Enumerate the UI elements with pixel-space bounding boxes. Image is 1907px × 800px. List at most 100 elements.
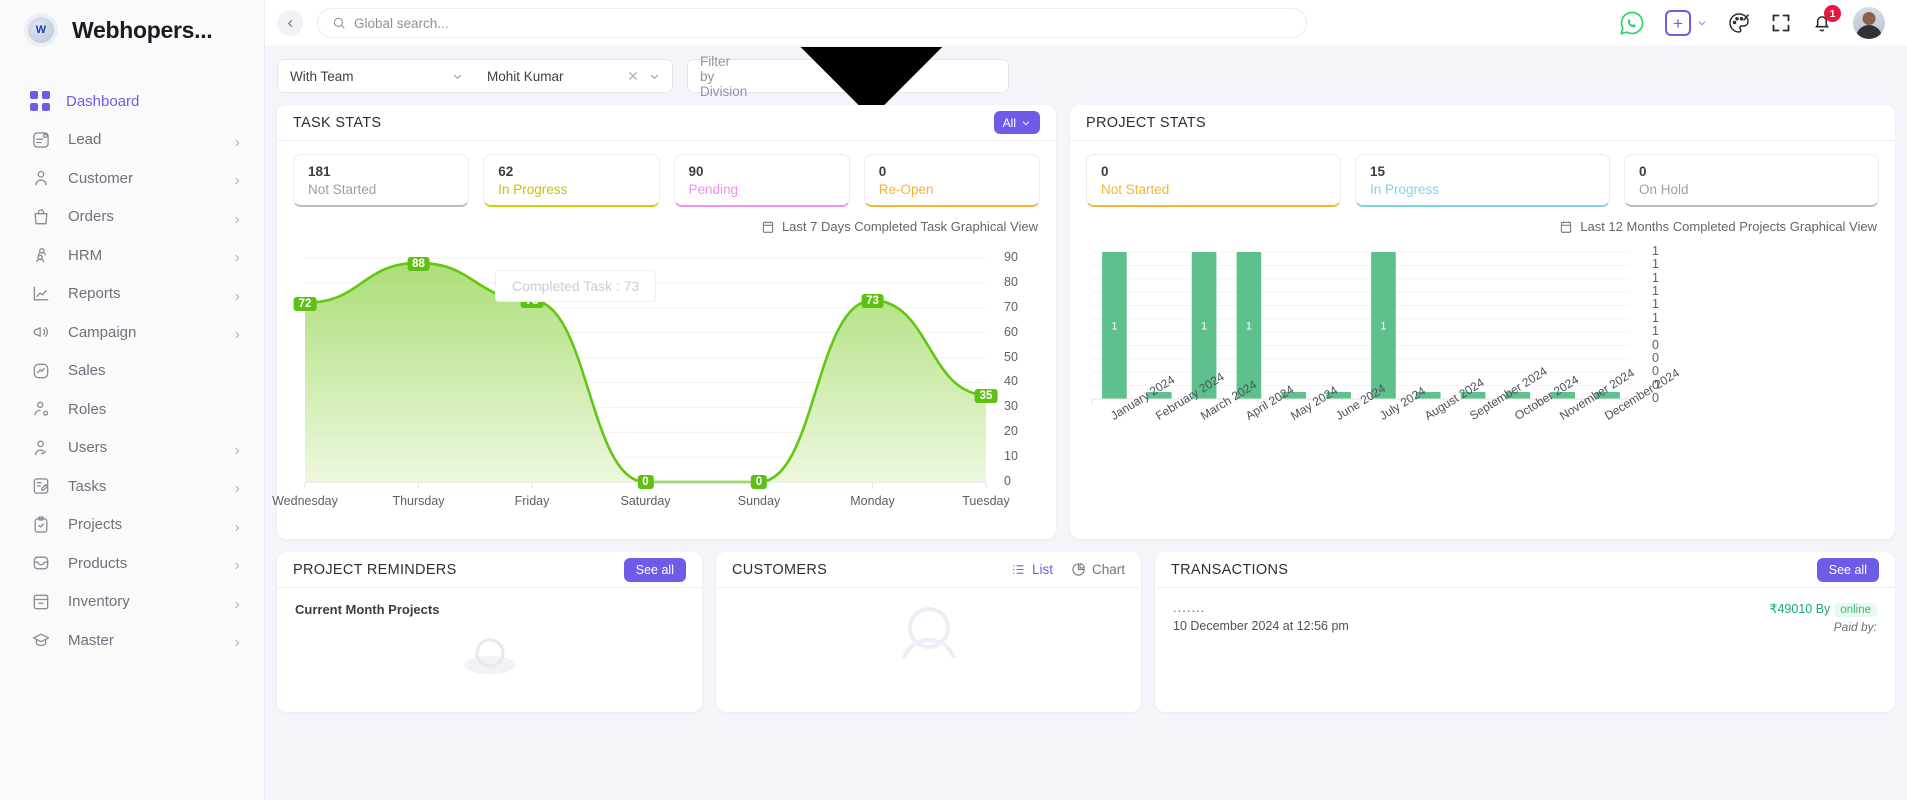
project-chart-y-tick: 1 [1652,324,1659,339]
task-chart-data-label: 0 [750,475,768,489]
task-stat-box-re-open[interactable]: 0 Re-Open [863,154,1040,207]
project-stat-box-in-progress[interactable]: 15 In Progress [1355,154,1610,207]
task-stats-filter-chip[interactable]: All [993,111,1040,134]
whatsapp-icon[interactable] [1619,10,1645,36]
add-new-button[interactable]: + [1665,10,1707,36]
scope-select[interactable]: With Team [278,60,475,92]
transactions-see-all-button[interactable]: See all [1816,557,1879,582]
inbox-icon [30,552,52,574]
project-bar-chart[interactable]: 1 1 1 1 1 1 1 1 1 1 1 0 0 0 0 0 January 2024 February 202… [1070,234,1895,544]
sidebar-item-users[interactable]: Users [0,429,264,468]
svg-text:1: 1 [1111,321,1117,333]
people-icon [30,244,52,266]
bag-icon [30,206,52,228]
topbar-actions: + 1 [1619,5,1885,39]
sidebar-item-campaign[interactable]: Campaign [0,313,264,352]
project-graph-note-text: Last 12 Months Completed Projects Graphi… [1580,219,1877,234]
stat-label: Not Started [1101,182,1170,197]
task-stat-box-in-progress[interactable]: 62 In Progress [483,154,660,207]
clipboard-check-icon [30,514,52,536]
project-reminders-see-all-button[interactable]: See all [623,557,686,582]
project-chart-y-tick: 1 [1652,297,1659,312]
customers-view-list[interactable]: List [1011,562,1053,577]
task-stat-boxes: 181 Not Started 62 In Progress 90 Pending 0 Re-… [277,141,1056,217]
task-area-chart[interactable]: 0 10 20 30 40 50 60 70 80 90 Wednesday Thursday Frid… [272,234,1056,544]
sidebar-item-lead[interactable]: Lead [0,121,264,160]
task-edit-icon [30,475,52,497]
task-chart-y-tick: 90 [1004,250,1018,264]
stat-value: 0 [1101,164,1109,179]
task-chart-data-label: 73 [861,294,884,309]
sidebar-item-label: Sales [68,362,106,380]
sidebar-item-sales[interactable]: Sales [0,352,264,391]
sidebar-item-roles[interactable]: Roles [0,390,264,429]
customers-view-chart-label: Chart [1091,562,1125,577]
transaction-amount: ₹49010 By [1769,602,1831,616]
task-chart-x-tick: Monday [850,494,895,508]
sidebar-item-dashboard[interactable]: Dashboard [0,82,264,121]
sidebar-item-hrm[interactable]: HRM [0,236,264,275]
global-search[interactable] [317,8,1307,38]
sidebar-item-label: Dashboard [66,92,140,110]
task-chart-data-label: 88 [407,256,430,271]
search-input[interactable] [354,15,1292,31]
scope-select-value: With Team [290,68,354,84]
transaction-info: ....... 10 December 2024 at 12:56 pm [1173,600,1770,635]
fullscreen-icon[interactable] [1771,13,1791,33]
project-reminders-header: PROJECT REMINDERS See all [277,552,702,588]
task-stat-box-pending[interactable]: 90 Pending [673,154,850,207]
lead-icon [30,129,52,151]
search-icon [333,17,345,29]
main-area: + [265,0,1907,800]
chevron-right-icon [232,558,242,570]
svg-text:1: 1 [1201,321,1207,333]
stat-label: Re-Open [878,182,934,197]
project-chart-y-tick: 1 [1652,310,1659,325]
team-filter-group: With Team Mohit Kumar ✕ [277,59,673,93]
task-stat-box-not-started[interactable]: 181 Not Started [293,154,470,207]
user-icon [30,167,52,189]
transaction-name: ....... [1173,600,1206,615]
sidebar-item-label: Roles [68,400,107,418]
sidebar-item-master[interactable]: Master [0,621,264,660]
sidebar: W Webhopers... Dashboard Lead Customer Orde… [0,0,265,800]
stat-label: On Hold [1639,182,1689,197]
chevron-right-icon [232,520,242,531]
brand[interactable]: W Webhopers... [0,0,264,60]
task-chart-y-tick: 10 [1004,449,1018,464]
sidebar-item-reports[interactable]: Reports [0,275,264,314]
task-stats-header: TASK STATS All [277,105,1056,141]
user-avatar[interactable] [1853,7,1885,39]
stats-row: TASK STATS All 181 Not Started 62 In Progre… [272,105,1895,539]
sidebar-item-projects[interactable]: Projects [0,506,264,545]
chevron-down-icon [1022,120,1030,125]
calendar-icon [1559,220,1573,234]
stat-value: 0 [1639,164,1647,179]
sidebar-item-orders[interactable]: Orders [0,198,264,237]
person-select[interactable]: Mohit Kumar ✕ [475,60,672,92]
plus-icon: + [1665,10,1691,36]
sidebar-collapse-button[interactable] [277,10,303,36]
task-chart-y-tick: 40 [1004,374,1018,389]
project-stat-box-not-started[interactable]: 0 Not Started [1086,154,1341,207]
sidebar-item-products[interactable]: Products [0,544,264,583]
task-chart-tooltip: Completed Task : 73 [495,270,657,302]
theme-palette-icon[interactable] [1727,11,1751,35]
chevron-down-icon [453,74,462,79]
project-reminders-title: PROJECT REMINDERS [293,561,457,578]
project-stats-title: PROJECT STATS [1086,114,1206,131]
customers-header: CUSTOMERS List Chart [716,552,1141,588]
project-stat-box-on-hold[interactable]: 0 On Hold [1624,154,1879,207]
task-chart-data-label: 0 [637,475,654,489]
sidebar-item-tasks[interactable]: Tasks [0,467,264,506]
customers-view-chart[interactable]: Chart [1071,562,1125,577]
clear-person-icon[interactable]: ✕ [627,68,639,85]
transaction-paid-by: Paid by: [1833,620,1877,634]
sidebar-item-customer[interactable]: Customer [0,159,264,198]
notifications-bell-icon[interactable]: 1 [1811,5,1841,34]
user-check-icon [30,437,52,459]
division-select[interactable]: Filter by Division [687,47,1009,118]
sidebar-item-inventory[interactable]: Inventory [0,583,264,622]
task-stats-title: TASK STATS [293,114,382,131]
transaction-row[interactable]: ....... 10 December 2024 at 12:56 pm ₹49… [1155,588,1895,635]
